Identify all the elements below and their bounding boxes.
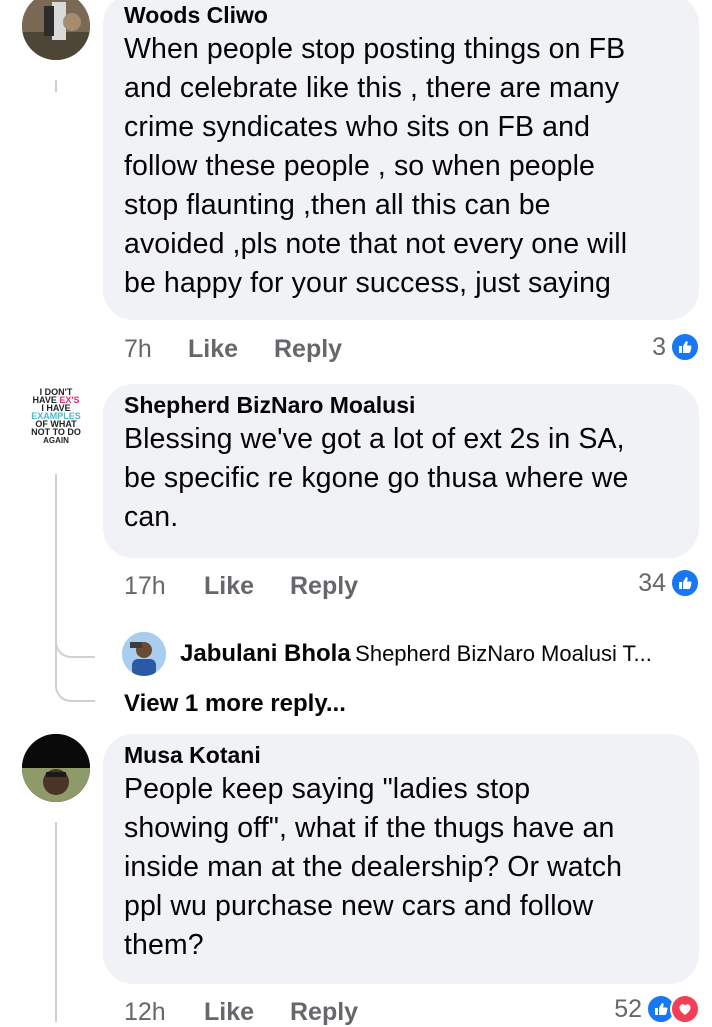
comment-line: can. xyxy=(124,501,179,533)
avatar-text-line: AGAIN xyxy=(43,436,69,445)
comment-text: When people stop posting things on FB an… xyxy=(124,30,679,303)
like-button[interactable]: Like xyxy=(188,335,238,364)
comment-line: stop flaunting ,then all this can be xyxy=(124,189,551,221)
reply-snippet: Shepherd BizNaro Moalusi T... xyxy=(355,641,652,666)
thread-line xyxy=(55,80,57,92)
avatar-musa-kotani[interactable] xyxy=(22,734,90,802)
comment-timestamp[interactable]: 17h xyxy=(124,572,166,601)
avatar-woods-cliwo[interactable] xyxy=(22,0,90,60)
reaction-count: 34 xyxy=(638,568,666,597)
comment-line: them? xyxy=(124,929,204,961)
comment-line: ppl wu purchase new cars and follow xyxy=(124,890,594,922)
comment-text: Blessing we've got a lot of ext 2s in SA… xyxy=(124,420,679,537)
like-button[interactable]: Like xyxy=(204,572,254,601)
comment-line: People keep saying "ladies stop xyxy=(124,773,531,805)
comment-author[interactable]: Woods Cliwo xyxy=(124,0,679,30)
comment-line: crime syndicates who sits on FB and xyxy=(124,111,591,143)
comment-timestamp[interactable]: 7h xyxy=(124,335,152,364)
reaction-summary[interactable]: 34 xyxy=(638,568,700,598)
reaction-summary[interactable]: 3 xyxy=(652,332,700,362)
thread-branch-curve xyxy=(55,650,95,702)
comment-author[interactable]: Musa Kotani xyxy=(124,740,679,770)
comment-author[interactable]: Shepherd BizNaro Moalusi xyxy=(124,390,679,420)
comment-text: People keep saying "ladies stop showing … xyxy=(124,770,679,965)
comment-bubble-shepherd-biznaro-moalusi: Shepherd BizNaro Moalusi Blessing we've … xyxy=(103,384,699,558)
avatar-jabulani-bhola[interactable] xyxy=(122,632,166,676)
comment-line: avoided ,pls note that not every one wil… xyxy=(124,228,628,260)
comment-line: be specific re kgone go thusa where we xyxy=(124,462,629,494)
reply-button[interactable]: Reply xyxy=(274,335,342,364)
reply-button[interactable]: Reply xyxy=(290,572,358,601)
comment-line: When people stop posting things on FB xyxy=(124,33,626,65)
reaction-count: 3 xyxy=(652,332,666,361)
thread-line xyxy=(55,474,57,654)
reply-author[interactable]: Jabulani Bhola xyxy=(180,640,351,667)
comment-line: inside man at the dealership? Or watch xyxy=(124,851,623,883)
comment-bubble-woods-cliwo: Woods Cliwo When people stop posting thi… xyxy=(103,0,699,320)
comment-line: follow these people , so when people xyxy=(124,150,596,182)
comment-line: showing off", what if the thugs have an xyxy=(124,812,615,844)
love-icon xyxy=(670,994,700,1024)
thread-line xyxy=(55,822,57,1022)
avatar-shepherd-biznaro-moalusi[interactable]: I DON'T HAVE EX'S I HAVE EXAMPLES OF WHA… xyxy=(20,382,92,454)
comment-line: and celebrate like this , there are many xyxy=(124,72,620,104)
comment-line: be happy for your success, just saying xyxy=(124,267,611,299)
like-icon xyxy=(670,568,700,598)
like-icon xyxy=(670,332,700,362)
comment-bubble-musa-kotani: Musa Kotani People keep saying "ladies s… xyxy=(103,734,699,984)
reaction-count: 52 xyxy=(614,994,642,1023)
reaction-summary[interactable]: 52 xyxy=(614,994,700,1024)
reply-preview[interactable]: Jabulani Bhola Shepherd BizNaro Moalusi … xyxy=(180,640,652,668)
view-more-replies-link[interactable]: View 1 more reply... xyxy=(124,690,346,718)
comment-line: Blessing we've got a lot of ext 2s in SA… xyxy=(124,423,625,455)
